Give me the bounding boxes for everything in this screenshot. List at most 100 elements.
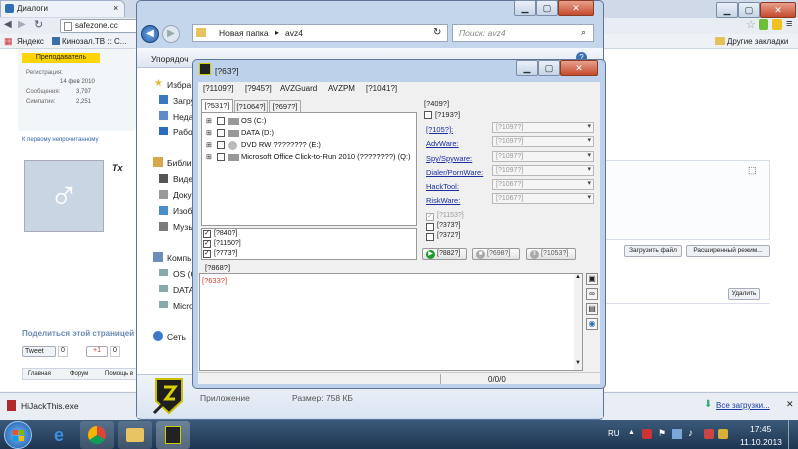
stop-button[interactable]: ■ [?698?]: [472, 248, 520, 260]
type-select[interactable]: [?1097?]: [492, 122, 594, 133]
extra-checkbox[interactable]: [426, 223, 434, 231]
pause-button[interactable]: ‖ [?1053?]: [526, 248, 576, 260]
log-scrollbar[interactable]: ▲ ▼: [574, 274, 582, 370]
tab-close-icon[interactable]: ×: [113, 3, 118, 13]
breadcrumb-home[interactable]: Главная: [28, 371, 51, 377]
gplus-button[interactable]: +1: [86, 346, 108, 357]
glasses-button[interactable]: ∞: [586, 288, 598, 300]
type-select[interactable]: [?1067?]: [492, 179, 594, 190]
download-item[interactable]: HiJackThis.exe: [4, 396, 134, 416]
taskbar-explorer[interactable]: [118, 421, 152, 449]
explorer-forward-button[interactable]: ▶: [162, 25, 180, 43]
explorer-close-button[interactable]: ✕: [558, 0, 594, 16]
editor-tool-icon[interactable]: ⬚: [748, 165, 757, 176]
expand-icon[interactable]: ⊞: [206, 153, 212, 161]
avz-minimize-button[interactable]: ▁: [516, 60, 538, 76]
clock-date[interactable]: 11.10.2013: [740, 437, 782, 447]
start-button[interactable]: ▶ [?882?]: [422, 248, 467, 260]
advanced-mode-button[interactable]: Расширенный режим...: [686, 245, 770, 257]
menu-avzpm[interactable]: AVZPM: [328, 84, 355, 93]
nav-video[interactable]: Виде: [173, 174, 193, 184]
language-indicator[interactable]: RU: [608, 429, 620, 438]
nav-network[interactable]: Сеть: [167, 332, 186, 342]
bookmark-other[interactable]: Другие закладки: [727, 37, 788, 46]
browser-minimize-button[interactable]: ▁: [716, 2, 738, 18]
bookmark-kinozal[interactable]: Кинозал.ТВ :: С...: [62, 37, 126, 46]
tree-row[interactable]: ⊞ DATA (D:): [204, 128, 404, 139]
avz-close-button[interactable]: ✕: [560, 60, 598, 76]
upload-file-button[interactable]: Загрузить файл: [624, 245, 682, 257]
taskbar-ie[interactable]: e: [42, 421, 76, 449]
tab-scan-area[interactable]: [?531?]: [201, 99, 233, 112]
clear-format-button[interactable]: Tx: [112, 163, 123, 173]
heuristic-checkbox[interactable]: [424, 111, 432, 119]
shelf-close-icon[interactable]: ✕: [786, 399, 794, 410]
menu-service[interactable]: [?945?]: [245, 84, 272, 93]
browser-close-button[interactable]: ✕: [760, 2, 796, 18]
tab-params[interactable]: [?697?]: [269, 100, 301, 112]
scroll-up-icon[interactable]: ▲: [575, 274, 581, 280]
type-select[interactable]: [?1097?]: [492, 136, 594, 147]
tree-row[interactable]: ⊞ Microsoft Office Click-to-Run 2010 (??…: [204, 152, 416, 163]
option-row[interactable]: ✓ [?840?]: [203, 230, 323, 239]
type-link-spyware[interactable]: Spy/Spyware:: [426, 154, 472, 163]
nav-documents[interactable]: Доку: [173, 190, 192, 200]
nav-music[interactable]: Музь: [173, 222, 193, 232]
type-select[interactable]: [?1097?]: [492, 151, 594, 162]
star-icon[interactable]: ☆: [746, 18, 756, 31]
path-root[interactable]: Новая папка: [219, 28, 269, 38]
breadcrumb-forum[interactable]: Форум: [70, 371, 88, 377]
reload-icon[interactable]: ↻: [34, 18, 43, 31]
path-folder[interactable]: avz4: [285, 28, 303, 38]
taskbar-avz[interactable]: [156, 421, 190, 449]
menu-avzguard[interactable]: AVZGuard: [280, 84, 317, 93]
drive-checkbox[interactable]: [217, 117, 225, 125]
drive-checkbox[interactable]: [217, 129, 225, 137]
bookmark-yandex[interactable]: Яндекс: [17, 37, 44, 46]
nav-images[interactable]: Изоб: [173, 206, 193, 216]
all-downloads-link[interactable]: Все загрузки...: [716, 401, 770, 410]
nav-libraries[interactable]: Библи: [167, 158, 192, 168]
type-link-riskware[interactable]: RiskWare:: [426, 196, 460, 205]
type-select[interactable]: [?1067?]: [492, 193, 594, 204]
tab-file-types[interactable]: [?1064?]: [234, 100, 268, 112]
drive-checkbox[interactable]: [217, 153, 225, 161]
drive-checkbox[interactable]: [217, 141, 225, 149]
menu-icon[interactable]: ≡: [786, 18, 792, 30]
option-checkbox[interactable]: ✓: [203, 230, 211, 238]
browser-maximize-button[interactable]: ▢: [738, 2, 760, 18]
tray-power-icon[interactable]: [718, 429, 728, 439]
taskbar-chrome[interactable]: [80, 421, 114, 449]
expand-icon[interactable]: ⊞: [206, 129, 212, 137]
forward-icon[interactable]: ▶: [18, 19, 26, 30]
menu-file[interactable]: [?1109?]: [203, 84, 234, 93]
show-desktop-button[interactable]: [788, 420, 798, 449]
log-area[interactable]: [?633?]: [199, 273, 583, 371]
type-select[interactable]: [?1097?]: [492, 165, 594, 176]
document-button[interactable]: ▤: [586, 303, 598, 315]
globe-button[interactable]: ◉: [586, 318, 598, 330]
menu-help[interactable]: [?1041?]: [366, 84, 397, 93]
back-icon[interactable]: ◀: [4, 19, 12, 30]
browser-tab[interactable]: Диалоги ×: [0, 0, 125, 17]
type-link-hacktool[interactable]: HackTool:: [426, 182, 459, 191]
type-link-dialer[interactable]: Dialer/PornWare:: [426, 168, 483, 177]
tweet-button[interactable]: Tweet: [22, 346, 56, 357]
type-link-malware[interactable]: [?105?]:: [426, 125, 453, 134]
tree-row[interactable]: ⊞ DVD RW ???????? (E:): [204, 140, 404, 151]
scroll-down-icon[interactable]: ▼: [575, 360, 581, 366]
apps-icon[interactable]: ▦: [4, 36, 13, 47]
nav-favorites[interactable]: Избра: [167, 80, 191, 90]
option-checkbox[interactable]: ✓: [203, 250, 211, 258]
nav-drive-q[interactable]: Micro: [173, 301, 194, 311]
option-checkbox[interactable]: ✓: [203, 240, 211, 248]
nav-recent[interactable]: Неда: [173, 112, 193, 122]
explorer-minimize-button[interactable]: ▁: [514, 0, 536, 16]
type-link-adware[interactable]: AdvWare:: [426, 139, 459, 148]
avz-maximize-button[interactable]: ▢: [538, 60, 560, 76]
explorer-maximize-button[interactable]: ▢: [536, 0, 558, 16]
clock-time[interactable]: 17:45: [750, 424, 771, 434]
tree-row[interactable]: ⊞ OS (C:): [204, 116, 404, 127]
tray-shield-icon[interactable]: [704, 429, 714, 439]
expand-icon[interactable]: ⊞: [206, 141, 212, 149]
